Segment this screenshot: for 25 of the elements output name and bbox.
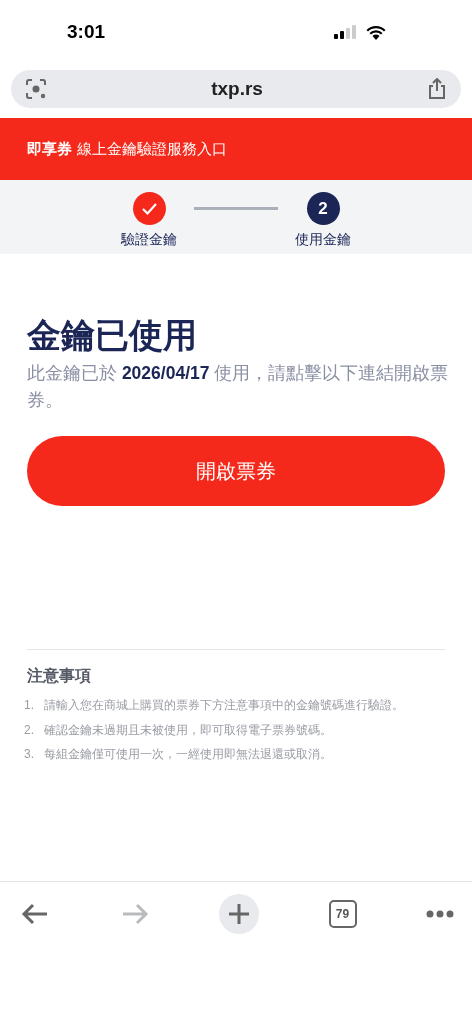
plus-icon[interactable] <box>219 894 259 934</box>
note-text: 確認金鑰未過期且未被使用，即可取得電子票券號碼。 <box>44 721 332 739</box>
clock-time: 3:01 <box>67 21 106 43</box>
tab-count-button[interactable]: 79 <box>328 900 357 928</box>
list-number: 2. <box>24 721 35 739</box>
list-number: 1. <box>24 697 35 714</box>
list-number: 3. <box>24 746 35 763</box>
header-title: 即享券 線上金鑰驗證服務入口 <box>0 118 472 180</box>
address-bar[interactable]: txp.rs <box>11 70 461 108</box>
page-title: 金鑰已使用 <box>27 315 198 356</box>
description-text: 此金鑰已於 2026/04/17 使用，請點擊以下連結開啟票券。 <box>27 362 449 412</box>
wifi-icon <box>366 24 386 40</box>
signal-icon <box>334 25 358 39</box>
lens-icon[interactable] <box>25 78 47 100</box>
step-number: 2 <box>306 192 340 225</box>
url-text: txp.rs <box>210 78 264 100</box>
open-ticket-button[interactable]: 開啟票券 <box>27 436 445 506</box>
notes-title: 注意事項 <box>27 666 92 686</box>
share-icon[interactable] <box>427 78 447 100</box>
step-label: 使用金鑰 <box>295 231 351 249</box>
more-icon[interactable] <box>426 910 454 918</box>
step-label: 驗證金鑰 <box>121 231 177 249</box>
note-text: 請輸入您在商城上購買的票券下方注意事項中的金鑰號碼進行驗證。 <box>44 697 404 714</box>
back-icon[interactable] <box>20 902 50 926</box>
note-text: 每組金鑰僅可使用一次，一經使用即無法退還或取消。 <box>44 746 332 763</box>
